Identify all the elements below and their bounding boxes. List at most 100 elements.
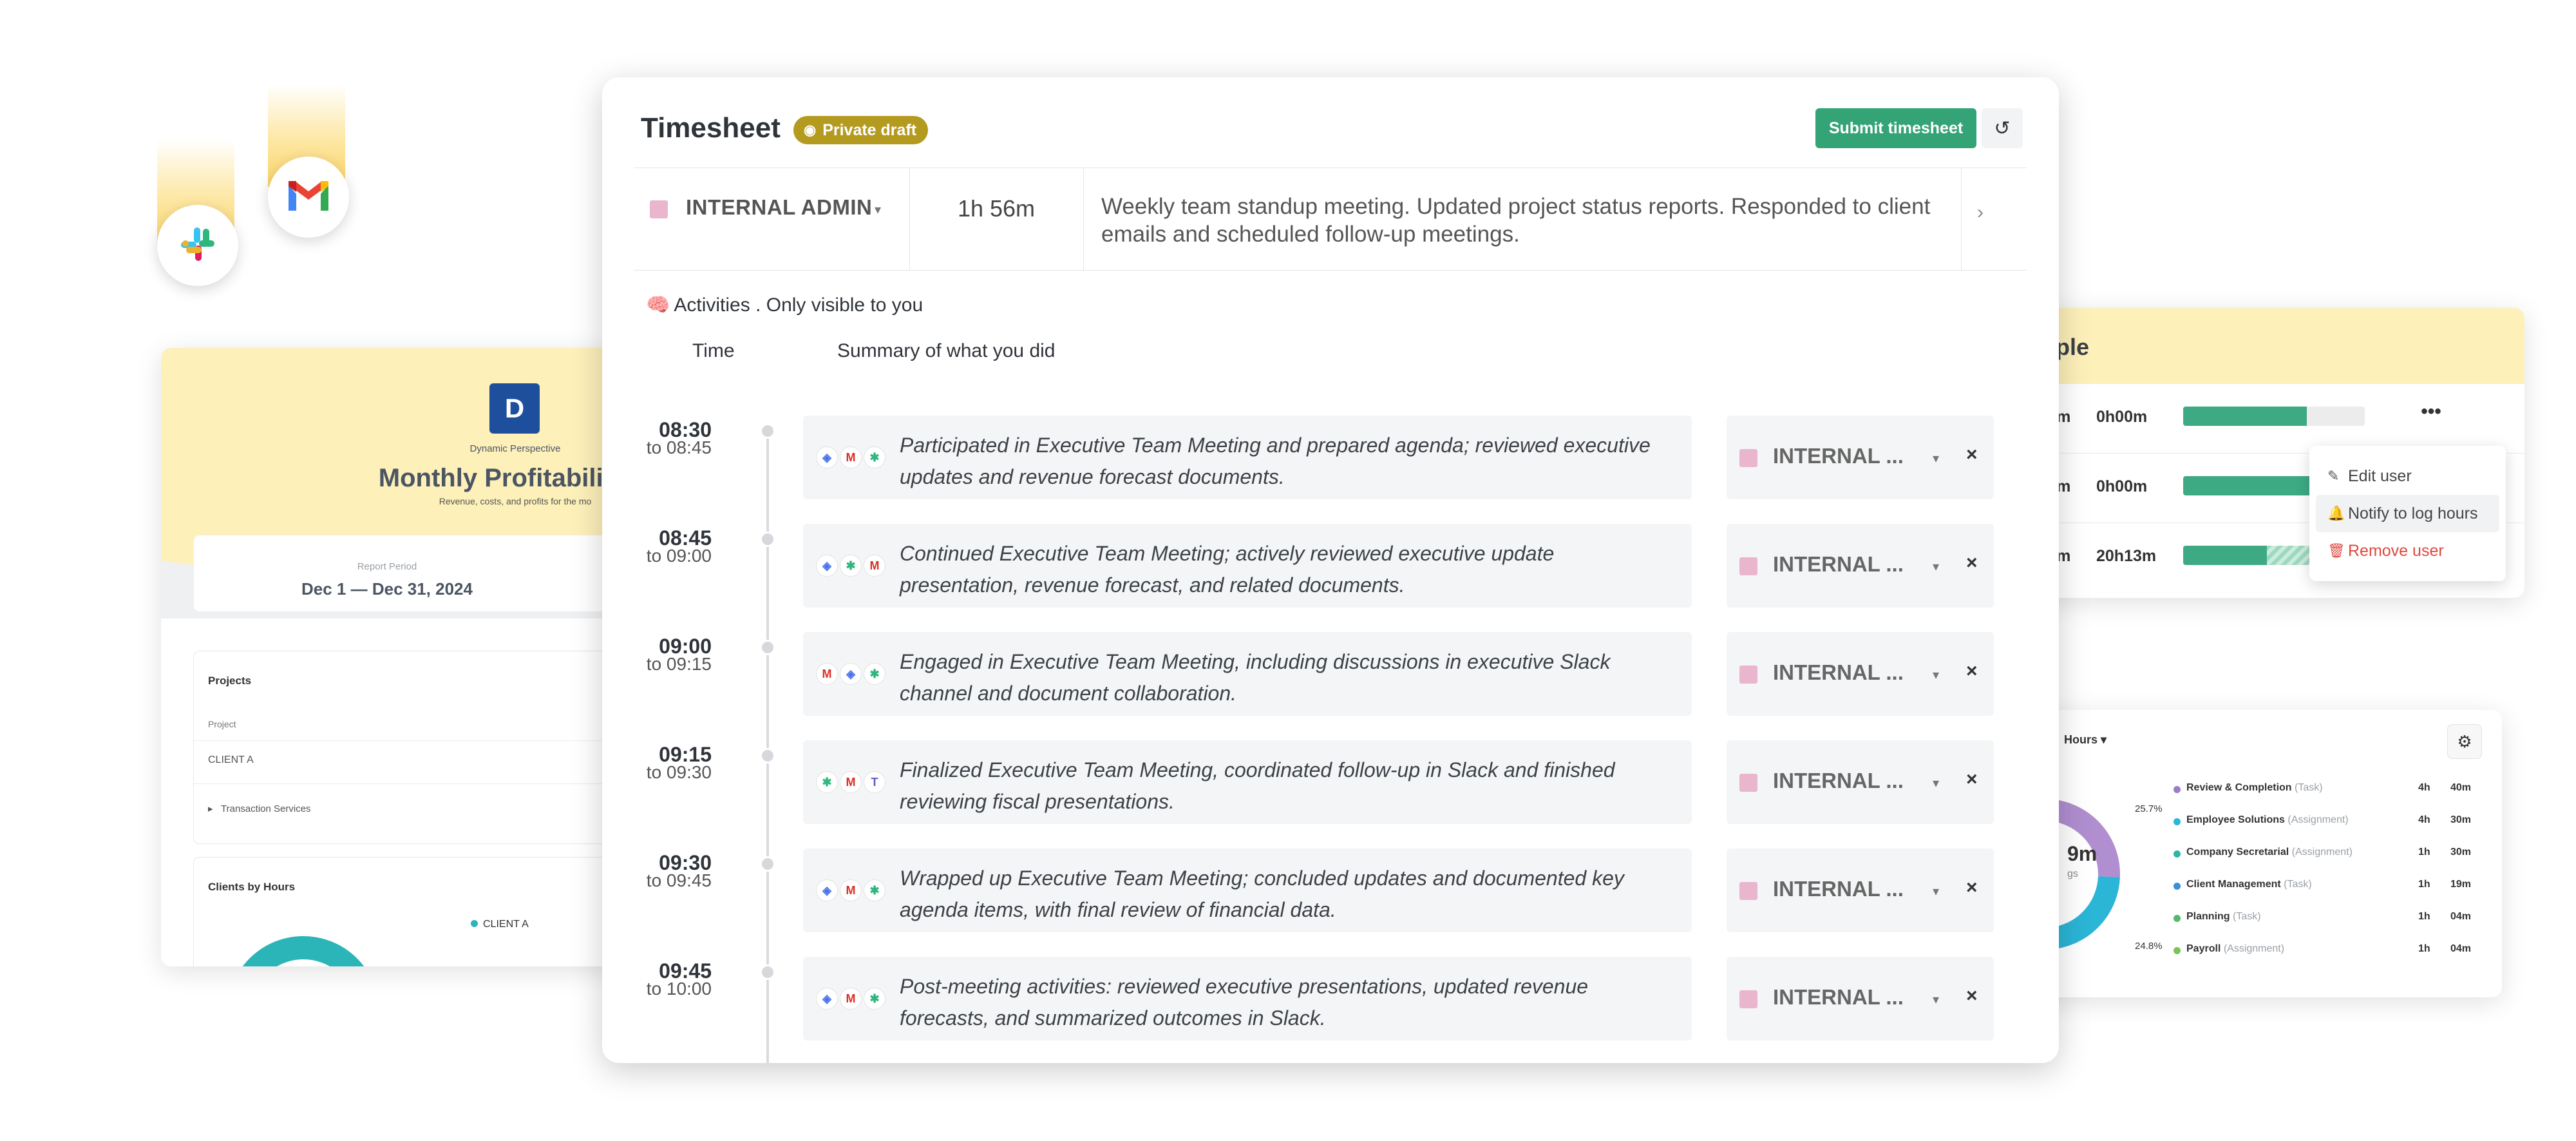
activity-summary-text: Engaged in Executive Team Meeting, inclu…	[900, 650, 1611, 705]
reset-button[interactable]: ↺	[1982, 108, 2023, 148]
timeline-node	[760, 748, 775, 763]
activity-project-name: INTERNAL ...	[1773, 660, 1904, 684]
gmail-icon: M	[840, 771, 862, 793]
report-period-label: Report Period	[357, 561, 417, 572]
project-select[interactable]: INTERNAL ADMIN	[686, 195, 872, 220]
hours-legend-row: Client Management (Task) 1h 19m	[2174, 879, 2483, 905]
timeline-node	[760, 532, 775, 547]
duration-field[interactable]: 1h 56m	[909, 195, 1083, 222]
report-card: D Dynamic Perspective Monthly Profitabil…	[161, 348, 625, 966]
activity-project-name: INTERNAL ...	[1773, 444, 1904, 468]
activity-summary[interactable]: ◈ M ✱ Participated in Executive Team Meetin…	[803, 416, 1692, 499]
activity-project-name: INTERNAL ...	[1773, 877, 1904, 901]
project-color-swatch	[1739, 990, 1757, 1008]
activity-summary[interactable]: ✱ M T Finalized Executive Team Meeting, coo…	[803, 740, 1692, 824]
close-icon[interactable]: ×	[1966, 660, 1978, 682]
legend-dot	[2174, 915, 2181, 922]
activity-project-select[interactable]: INTERNAL ... ▾ ×	[1727, 849, 1994, 932]
activity-end-time: to 08:45	[646, 437, 712, 457]
gmail-icon: M	[840, 446, 862, 468]
gmail-icon: M	[840, 879, 862, 901]
projects-heading: Projects	[208, 675, 252, 687]
projects-row[interactable]: CLIENT A	[208, 754, 254, 766]
hours-legend-row: Review & Completion (Task) 4h 40m	[2174, 782, 2483, 808]
legend-dot	[2174, 947, 2181, 954]
chevron-down-icon[interactable]: ▾	[1933, 450, 1939, 466]
submit-timesheet-button[interactable]: Submit timesheet	[1815, 108, 1976, 148]
clients-heading: Clients by Hours	[208, 881, 296, 893]
google-workspace-icon: ◈	[840, 663, 862, 685]
activity-end-time: to 09:45	[646, 870, 712, 890]
activity-project-select[interactable]: INTERNAL ... ▾ ×	[1727, 416, 1994, 499]
report-brand: Dynamic Perspective	[469, 443, 561, 454]
chevron-down-icon[interactable]: ▾	[1933, 992, 1939, 1008]
activity-project-select[interactable]: INTERNAL ... ▾ ×	[1727, 632, 1994, 716]
activity-summary-text: Finalized Executive Team Meeting, coordi…	[900, 758, 1615, 813]
hours-select[interactable]: Hours ▾	[2064, 733, 2107, 747]
close-icon[interactable]: ×	[1966, 877, 1978, 899]
clients-donut	[242, 936, 365, 966]
page-title: Timesheet	[641, 112, 781, 144]
chevron-down-icon[interactable]: ▾	[875, 202, 881, 218]
chevron-right-icon[interactable]: ›	[1977, 202, 1984, 224]
timeline-node	[760, 423, 775, 439]
edit-user-item[interactable]: ✎ Edit user	[2316, 457, 2499, 495]
activity-summary[interactable]: ◈ ✱ M Continued Executive Team Meeting; act…	[803, 524, 1692, 608]
gmail-icon: M	[816, 663, 838, 685]
projects-column-header: Project	[208, 719, 236, 729]
activity-sources: ✱ M T	[816, 771, 887, 793]
close-icon[interactable]: ×	[1966, 985, 1978, 1007]
divider	[194, 783, 625, 784]
close-icon[interactable]: ×	[1966, 552, 1978, 574]
description-field[interactable]: Weekly team standup meeting. Updated pro…	[1101, 193, 1958, 248]
activity-end-time: to 09:15	[646, 654, 712, 674]
more-options-button[interactable]: •••	[2415, 402, 2447, 429]
refresh-icon: ↺	[1994, 117, 2011, 139]
activities-label: 🧠 Activities . Only visible to you	[646, 294, 923, 316]
report-subtitle: Revenue, costs, and profits for the mo	[439, 496, 592, 506]
chevron-down-icon[interactable]: ▾	[1933, 667, 1939, 683]
chevron-down-icon[interactable]: ▾	[1933, 559, 1939, 575]
activity-sources: ◈ M ✱	[816, 446, 887, 468]
activity-summary[interactable]: ◈ M ✱ Post-meeting activities: reviewed exe…	[803, 957, 1692, 1040]
report-logo: D	[489, 383, 540, 434]
close-icon[interactable]: ×	[1966, 769, 1978, 791]
close-icon[interactable]: ×	[1966, 444, 1978, 466]
activity-project-name: INTERNAL ...	[1773, 769, 1904, 792]
activity-end-time: to 09:00	[646, 546, 712, 566]
teams-icon: T	[864, 771, 886, 793]
activity-project-select[interactable]: INTERNAL ... ▾ ×	[1727, 524, 1994, 608]
timeline-node	[760, 640, 775, 655]
remove-user-item[interactable]: 🗑 Remove user	[2316, 532, 2499, 570]
project-color-swatch	[1739, 774, 1757, 792]
slack-icon: ✱	[816, 771, 838, 793]
activity-project-select[interactable]: INTERNAL ... ▾ ×	[1727, 957, 1994, 1040]
gmail-icon	[286, 178, 331, 216]
settings-button[interactable]: ⚙	[2447, 724, 2482, 759]
legend-dot	[471, 920, 478, 927]
activity-end-time: to 09:30	[646, 762, 712, 782]
project-color-swatch	[650, 200, 668, 218]
people-row-col2: 20h13m	[2096, 547, 2157, 565]
projects-subrow[interactable]: ▸ Transaction Services	[208, 803, 311, 814]
slack-icon: ✱	[840, 555, 862, 577]
activity-sources: ◈ M ✱	[816, 988, 887, 1010]
trash-icon: 🗑	[2327, 542, 2345, 559]
notify-to-log-hours-item[interactable]: 🔔 Notify to log hours	[2316, 495, 2499, 532]
activity-summary[interactable]: M ◈ ✱ Engaged in Executive Team Meeting, in…	[803, 632, 1692, 716]
timeline-node	[760, 964, 775, 980]
gmail-icon: M	[864, 555, 886, 577]
chevron-down-icon[interactable]: ▾	[1933, 775, 1939, 791]
timesheet-panel: Timesheet ◉ Private draft Submit timeshee…	[602, 77, 2059, 1063]
legend-dot	[2174, 818, 2181, 825]
donut-center-value: 9m	[2067, 842, 2098, 865]
legend-dot	[2174, 850, 2181, 858]
activity-project-select[interactable]: INTERNAL ... ▾ ×	[1727, 740, 1994, 824]
report-projects-section: Projects Project CLIENT A ▸ Transaction …	[193, 651, 625, 844]
chevron-down-icon[interactable]: ▾	[1933, 883, 1939, 899]
pencil-icon: ✎	[2327, 468, 2340, 484]
bell-icon: 🔔	[2327, 505, 2345, 521]
activity-row: 09:15 to 09:30 ✱ M T Finalized Executive Team…	[602, 740, 2059, 827]
brain-icon: 🧠	[646, 294, 670, 316]
activity-summary[interactable]: ◈ M ✱ Wrapped up Executive Team Meeting; co…	[803, 849, 1692, 932]
